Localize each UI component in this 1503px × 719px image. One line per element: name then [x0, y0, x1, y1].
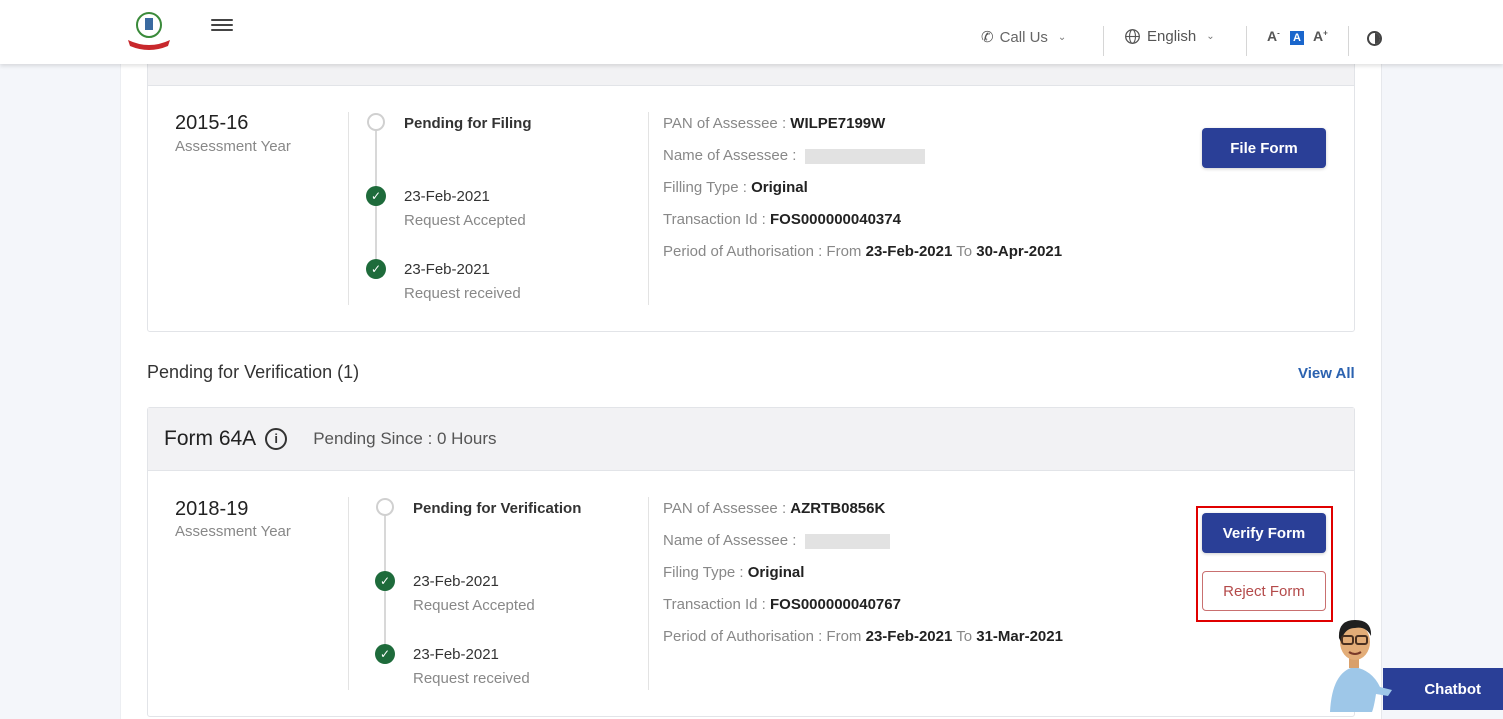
font-increase-button[interactable]: A+ — [1313, 28, 1328, 44]
contrast-icon[interactable] — [1367, 31, 1382, 46]
column-divider — [348, 497, 349, 690]
pan-row: PAN of Assessee : AZRTB0856K — [663, 500, 886, 517]
pending-filing-card: 2015-16 Assessment Year Pending for Fili… — [147, 40, 1355, 332]
pan-value: AZRTB0856K — [790, 500, 886, 517]
timeline-pending-icon — [367, 113, 385, 131]
font-decrease-button[interactable]: A- — [1267, 28, 1280, 44]
period-row: Period of Authorisation : From 23-Feb-20… — [663, 243, 1063, 260]
timeline-title: Pending for Filing — [404, 115, 532, 132]
assessment-year-label: Assessment Year — [175, 523, 291, 540]
language-dropdown[interactable]: English ⌄ — [1124, 28, 1215, 45]
name-row: Name of Assessee : — [663, 147, 925, 164]
timeline-label: Request received — [404, 285, 521, 302]
timeline-title: Pending for Verification — [413, 500, 582, 517]
emblem-logo[interactable] — [124, 10, 174, 50]
chatbot-avatar[interactable] — [1322, 612, 1392, 712]
chatbot-label: Chatbot — [1424, 680, 1481, 698]
info-icon[interactable]: i — [265, 428, 288, 450]
assessment-year: 2015-16 — [175, 112, 249, 134]
timeline-date: 23-Feb-2021 — [404, 188, 490, 205]
font-normal-button[interactable]: A — [1290, 31, 1304, 45]
timeline-label: Request received — [413, 670, 530, 687]
call-us-label: Call Us — [999, 28, 1048, 46]
column-divider — [648, 112, 649, 305]
view-all-link[interactable]: View All — [1298, 365, 1355, 382]
period-row: Period of Authorisation : From 23-Feb-20… — [663, 628, 1063, 645]
file-form-button[interactable]: File Form — [1202, 128, 1326, 168]
highlight-annotation — [1196, 506, 1333, 622]
header-divider — [1246, 26, 1247, 56]
pending-since: Pending Since : 0 Hours — [313, 429, 497, 448]
form-64a-card: Form 64A i Pending Since : 0 Hours 2018-… — [147, 407, 1355, 717]
pan-value: WILPE7199W — [790, 115, 886, 132]
timeline-pending-icon — [376, 498, 394, 516]
check-circle-icon: ✓ — [375, 571, 395, 591]
timeline-label: Request Accepted — [413, 597, 535, 614]
filing-type-row: Filling Type : Original — [663, 179, 808, 196]
hamburger-menu-icon[interactable] — [211, 16, 233, 34]
redacted-name — [804, 148, 925, 164]
pan-row: PAN of Assessee : WILPE7199W — [663, 115, 886, 132]
assessment-year: 2018-19 — [175, 498, 249, 520]
chevron-down-icon: ⌄ — [1057, 31, 1067, 43]
form-name: Form 64A — [164, 427, 257, 450]
section-title: Pending for Verification (1) — [147, 362, 360, 382]
timeline-label: Request Accepted — [404, 212, 526, 229]
redacted-name — [804, 533, 890, 549]
check-circle-icon: ✓ — [366, 259, 386, 279]
card-header: Form 64A i Pending Since : 0 Hours — [148, 408, 1354, 471]
phone-icon: ✆ — [981, 29, 994, 46]
transaction-row: Transaction Id : FOS000000040374 — [663, 211, 901, 228]
call-us-dropdown[interactable]: ✆ Call Us ⌄ — [981, 28, 1067, 47]
transaction-row: Transaction Id : FOS000000040767 — [663, 596, 901, 613]
language-label: English — [1147, 28, 1197, 45]
timeline-date: 23-Feb-2021 — [413, 573, 499, 590]
globe-icon — [1125, 29, 1140, 44]
top-header: ✆ Call Us ⌄ English ⌄ A- A A+ — [0, 0, 1503, 64]
column-divider — [348, 112, 349, 305]
name-row: Name of Assessee : — [663, 532, 890, 549]
filing-type-row: Filing Type : Original — [663, 564, 805, 581]
timeline-date: 23-Feb-2021 — [413, 646, 499, 663]
timeline-date: 23-Feb-2021 — [404, 261, 490, 278]
assessment-year-label: Assessment Year — [175, 138, 291, 155]
header-divider — [1103, 26, 1104, 56]
check-circle-icon: ✓ — [366, 186, 386, 206]
header-divider — [1348, 26, 1349, 56]
check-circle-icon: ✓ — [375, 644, 395, 664]
chevron-down-icon: ⌄ — [1206, 31, 1215, 42]
chatbot-button[interactable]: Chatbot — [1383, 668, 1503, 710]
column-divider — [648, 497, 649, 690]
